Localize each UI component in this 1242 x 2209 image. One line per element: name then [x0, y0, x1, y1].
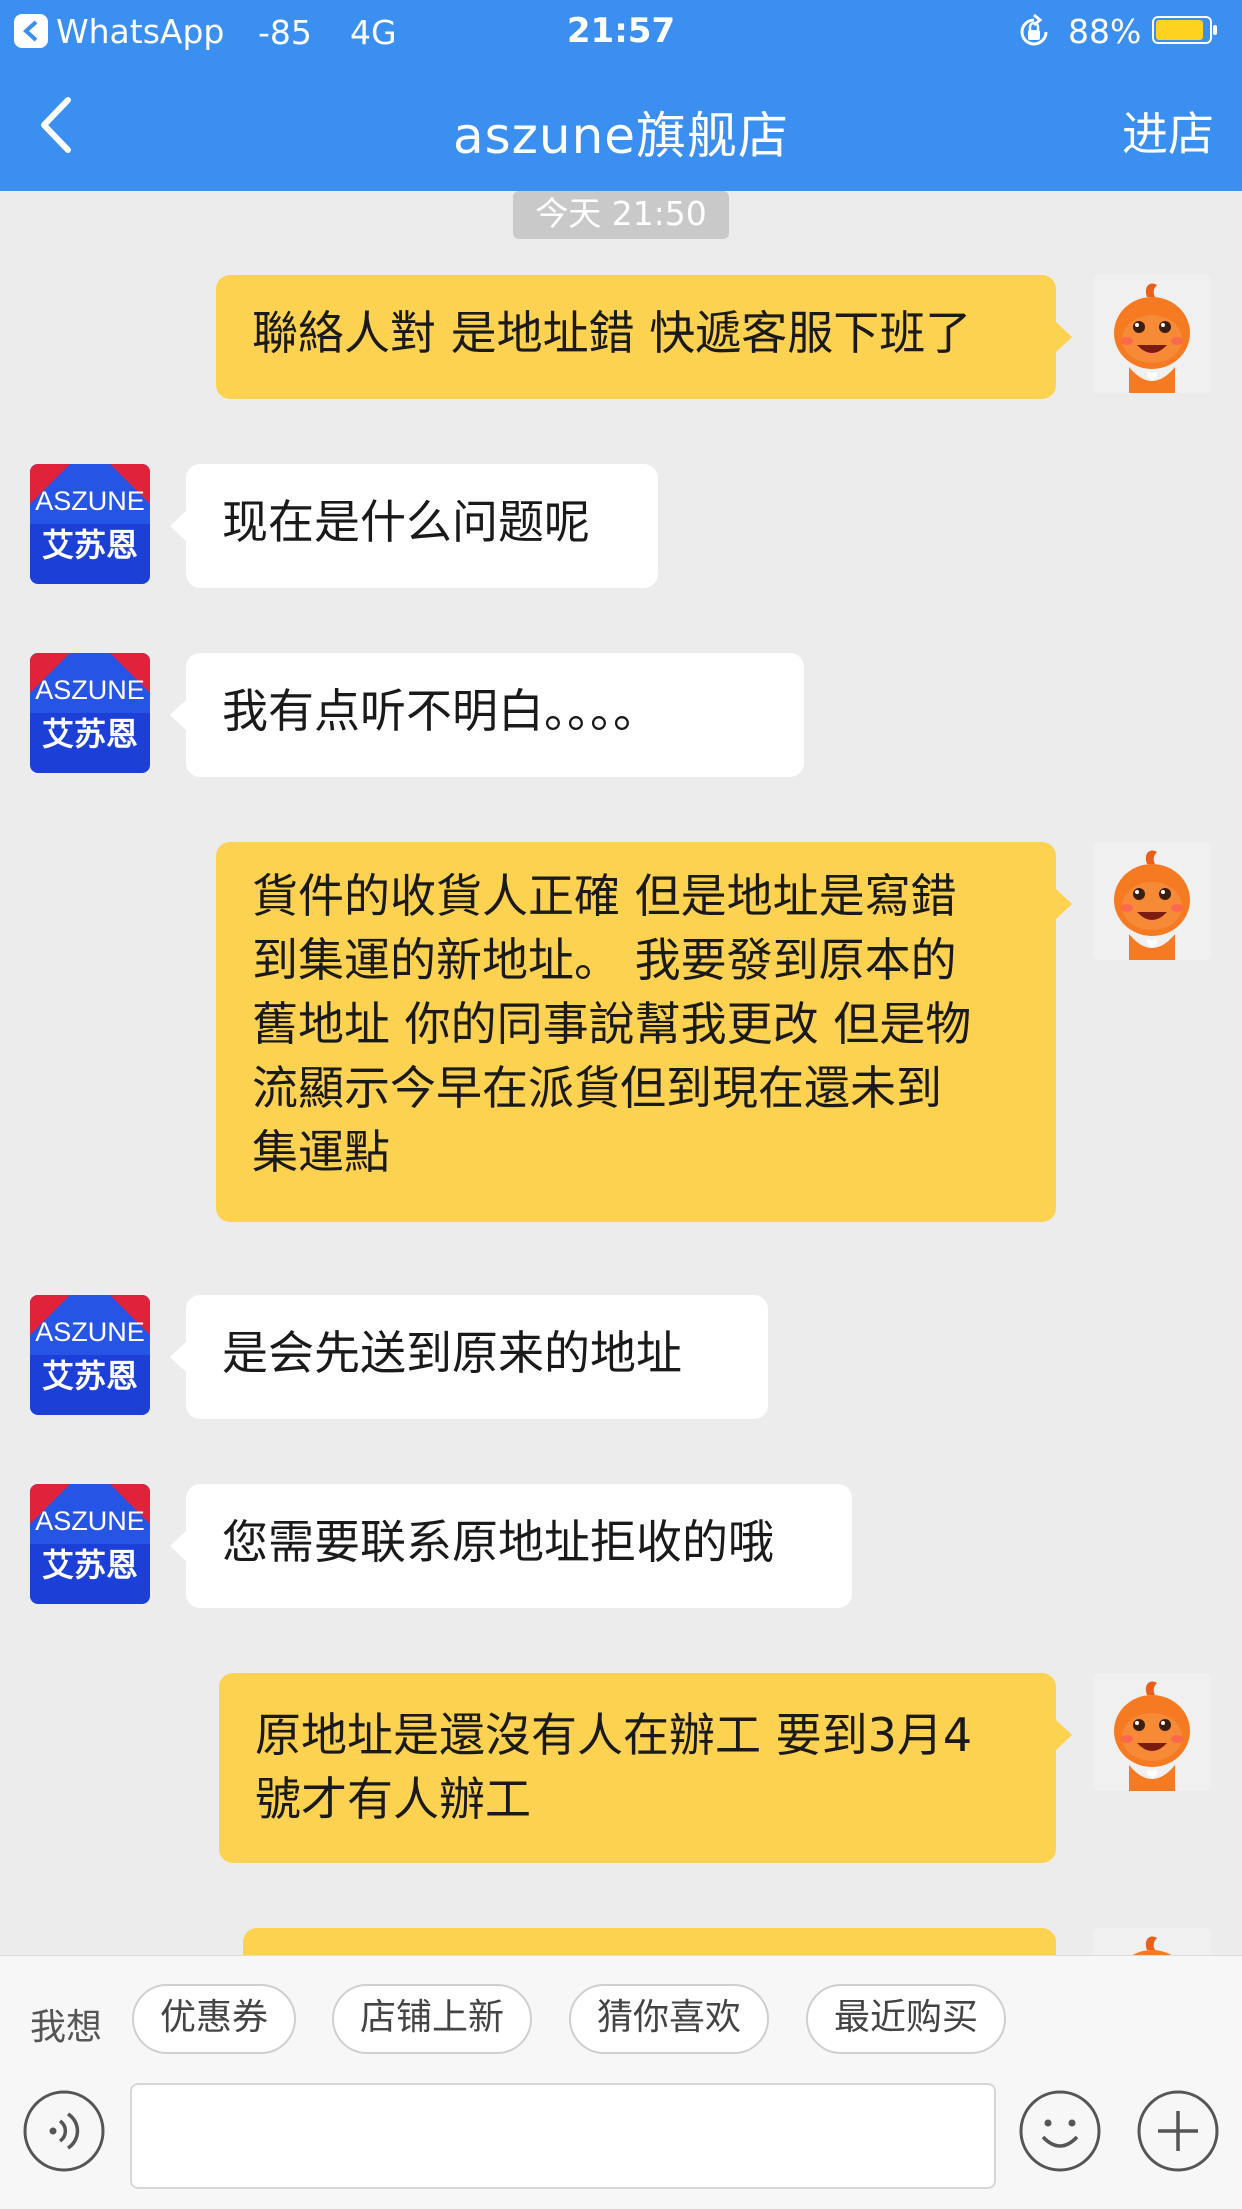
message-bubble[interactable]: 聯絡人對 是地址錯 快遞客服下班了: [216, 275, 1072, 399]
timestamp-chip: 今天 21:50: [513, 191, 729, 239]
quick-reply-guess-you-like[interactable]: 猜你喜欢: [569, 1984, 769, 2054]
my-avatar[interactable]: [1093, 275, 1211, 393]
chat-area[interactable]: 今天 21:50 聯絡人對 是地址錯 快遞客服下班了 ASZUNE 艾苏恩 现在…: [0, 191, 1242, 1955]
quick-reply-coupon[interactable]: 优惠券: [132, 1984, 296, 2054]
battery-percentage: 88%: [1068, 12, 1142, 51]
page-title: aszune旗舰店: [452, 107, 790, 165]
rotation-lock-icon: [1016, 13, 1052, 54]
message-text: 您需要联系原地址拒收的哦: [222, 1515, 774, 1569]
shop-logo-latin: ASZUNE: [35, 675, 145, 705]
message-bubble[interactable]: 现在是什么问题呢: [170, 464, 658, 588]
message-bubble[interactable]: 貨件的收貨人正確 但是地址是寫錯 到集運的新地址。 我要發到原本的 舊地址 你的…: [216, 842, 1072, 1222]
shop-logo-cjk: 艾苏恩: [41, 526, 138, 564]
message-line: 集運點: [252, 1125, 390, 1179]
shop-logo-cjk: 艾苏恩: [41, 715, 138, 753]
message-bubble[interactable]: 是会先送到原来的地址: [170, 1295, 768, 1419]
message-line: 舊地址 你的同事說幫我更改 但是物: [252, 997, 972, 1051]
header: WhatsApp -85 4G 21:57 88% aszune旗舰店 进店: [0, 0, 1242, 191]
message-line: 原地址是還沒有人在辦工 要到3月4: [255, 1708, 973, 1762]
shop-avatar[interactable]: ASZUNE 艾苏恩: [30, 464, 150, 584]
message-line: 號才有人辦工: [255, 1772, 531, 1826]
message-input[interactable]: [130, 2083, 996, 2189]
shop-logo-cjk: 艾苏恩: [41, 1546, 138, 1584]
quick-reply-recent-purchase[interactable]: 最近购买: [806, 1984, 1006, 2054]
enter-store-button[interactable]: 进店: [1122, 98, 1214, 164]
quick-reply-new-arrivals[interactable]: 店铺上新: [332, 1984, 532, 2054]
message-text: 聯絡人對 是地址錯 快遞客服下班了: [252, 306, 972, 360]
message-bubble[interactable]: 您需要联系原地址拒收的哦: [170, 1484, 852, 1608]
status-bar: WhatsApp -85 4G 21:57 88%: [0, 0, 1242, 60]
my-avatar[interactable]: [1093, 1928, 1211, 1955]
shop-avatar[interactable]: ASZUNE 艾苏恩: [30, 1484, 150, 1604]
message-line: 到集運的新地址。 我要發到原本的: [252, 933, 957, 987]
message-bubble[interactable]: 我有点听不明白。。。。: [170, 653, 804, 777]
voice-icon[interactable]: [22, 2089, 106, 2173]
my-avatar[interactable]: [1093, 1673, 1211, 1791]
battery-icon: [1152, 16, 1218, 44]
my-avatar[interactable]: [1093, 842, 1211, 960]
message-line: 流顯示今早在派貨但到現在還未到: [252, 1061, 942, 1115]
shop-logo-latin: ASZUNE: [35, 1317, 145, 1347]
quick-reply-prefix: 我想: [30, 2007, 103, 2048]
status-time: 21:57: [566, 11, 676, 51]
plus-icon[interactable]: [1136, 2089, 1220, 2173]
message-bubble[interactable]: [243, 1928, 1056, 1955]
nav-bar: aszune旗舰店 进店: [0, 60, 1242, 191]
shop-logo-latin: ASZUNE: [35, 486, 145, 516]
bottom-bar: 我想 优惠券 店铺上新 猜你喜欢 最近购买: [0, 1955, 1242, 2209]
message-bubble[interactable]: 原地址是還沒有人在辦工 要到3月4 號才有人辦工: [219, 1673, 1072, 1863]
shop-logo-latin: ASZUNE: [35, 1506, 145, 1536]
shop-avatar[interactable]: ASZUNE 艾苏恩: [30, 1295, 150, 1415]
message-text: 现在是什么问题呢: [222, 495, 590, 549]
shop-avatar[interactable]: ASZUNE 艾苏恩: [30, 653, 150, 773]
message-text: 我有点听不明白。。。。: [222, 684, 659, 738]
message-line: 貨件的收貨人正確 但是地址是寫錯: [252, 869, 957, 923]
message-text: 是会先送到原来的地址: [222, 1326, 682, 1380]
shop-logo-cjk: 艾苏恩: [41, 1357, 138, 1395]
emoji-icon[interactable]: [1018, 2089, 1102, 2173]
